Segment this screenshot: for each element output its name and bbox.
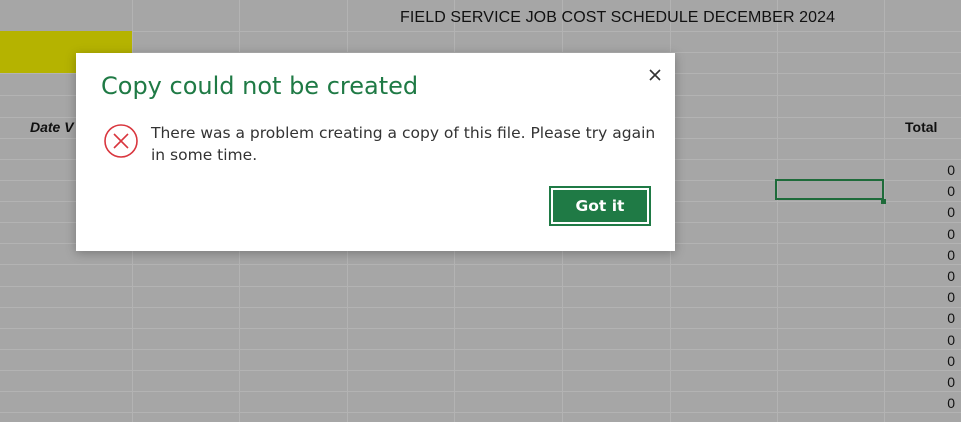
dialog-title: Copy could not be created xyxy=(101,72,419,100)
grid-row-line xyxy=(0,391,961,392)
total-cell[interactable]: 0 xyxy=(947,268,955,284)
grid-row-line xyxy=(0,286,961,287)
total-cell[interactable]: 0 xyxy=(947,162,955,178)
grid-row-line xyxy=(0,412,961,413)
total-cell[interactable]: 0 xyxy=(947,183,955,199)
total-cell[interactable]: 0 xyxy=(947,247,955,263)
total-cell[interactable]: 0 xyxy=(947,204,955,220)
selected-cell[interactable] xyxy=(775,179,884,200)
grid-column-line xyxy=(884,0,885,422)
grid-row-line xyxy=(0,349,961,350)
total-cell[interactable]: 0 xyxy=(947,226,955,242)
total-cell[interactable]: 0 xyxy=(947,332,955,348)
grid-row-line xyxy=(0,307,961,308)
grid-column-line xyxy=(777,0,778,422)
total-cell[interactable]: 0 xyxy=(947,374,955,390)
grid-row-line xyxy=(0,370,961,371)
total-cell[interactable]: 0 xyxy=(947,310,955,326)
error-icon xyxy=(103,123,139,159)
sheet-title: FIELD SERVICE JOB COST SCHEDULE DECEMBER… xyxy=(400,9,836,26)
grid-row-line xyxy=(0,264,961,265)
total-cell[interactable]: 0 xyxy=(947,289,955,305)
total-cell[interactable]: 0 xyxy=(947,353,955,369)
grid-row-line xyxy=(0,328,961,329)
date-column-header: Date V xyxy=(30,119,74,135)
fill-handle[interactable] xyxy=(881,199,886,204)
total-column-header: Total xyxy=(905,119,938,135)
dialog-message: There was a problem creating a copy of t… xyxy=(151,124,656,164)
grid-row-line xyxy=(0,31,961,32)
got-it-button[interactable]: Got it xyxy=(549,186,651,226)
error-dialog: Copy could not be created There was a pr… xyxy=(76,53,675,251)
total-cell[interactable]: 0 xyxy=(947,395,955,411)
close-icon[interactable] xyxy=(642,62,668,88)
